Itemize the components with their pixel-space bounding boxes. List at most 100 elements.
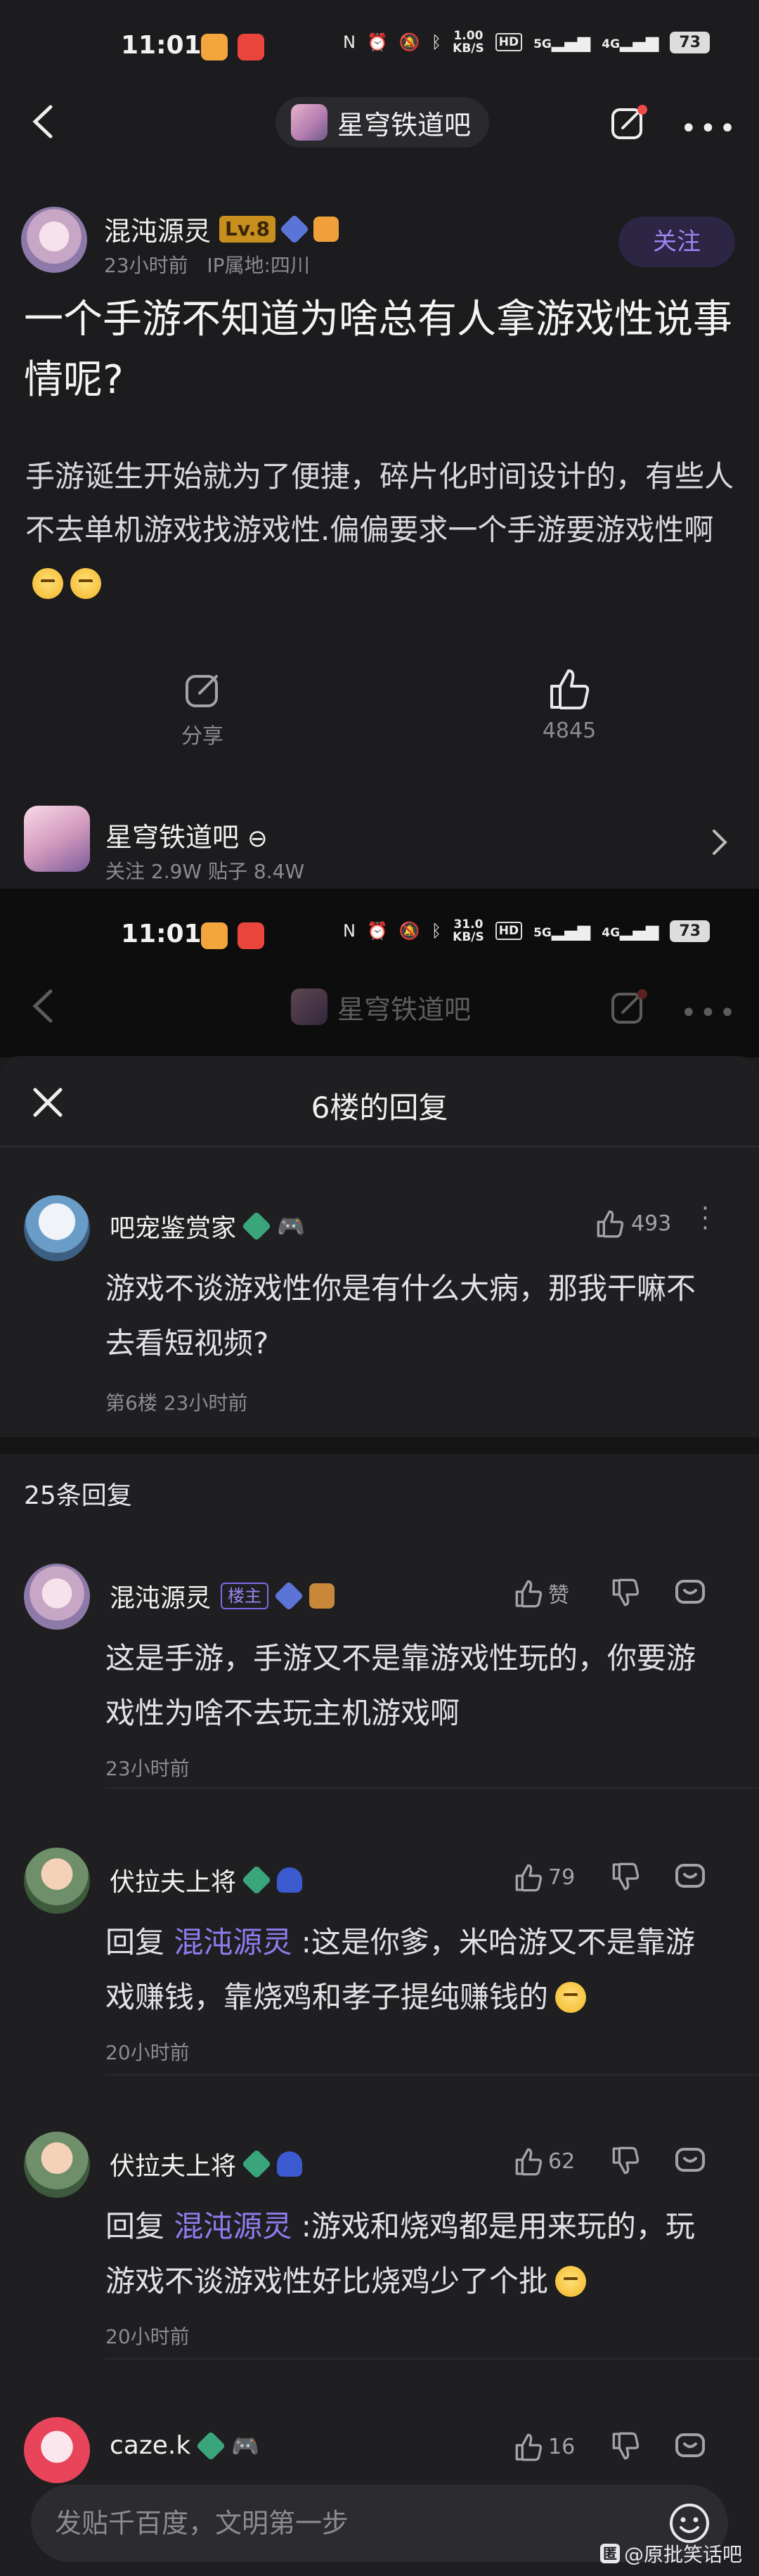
more-icon[interactable]: ••• (680, 112, 739, 145)
reply-author-row: 混沌源灵 楼主 (110, 1578, 335, 1614)
original-like-button[interactable]: 493 (595, 1208, 671, 1239)
gamepad-icon: 🎮 (277, 1213, 305, 1239)
app-notification-icon (201, 922, 228, 949)
reply-bubble-icon[interactable] (675, 1862, 706, 1893)
original-comment-text: 游戏不谈游戏性你是有什么大病，那我干嘛不去看短视频? (105, 1271, 696, 1360)
commenter-name[interactable]: 吧宠鉴赏家 (110, 1208, 236, 1244)
emoji-icon (70, 568, 101, 599)
comment-input[interactable] (55, 2500, 617, 2546)
reply-author[interactable]: caze.k (110, 2431, 190, 2460)
achievement-badge-icon (313, 216, 339, 242)
thumbs-up-icon (597, 1210, 624, 1238)
post-body: 手游诞生开始就为了便捷，碎片化时间设计的，有些人不去单机游戏找游戏性.偏偏要求一… (25, 450, 742, 610)
reply-author[interactable]: 混沌源灵 (110, 1578, 211, 1614)
thumbs-up-icon (515, 1580, 543, 1608)
divider (105, 2358, 759, 2359)
share-button[interactable]: 分享 (160, 669, 245, 749)
post-meta: 23小时前 IP属地:四川 (104, 250, 310, 278)
reply-bubble-icon[interactable] (675, 2146, 706, 2177)
forum-pill[interactable]: 星穹铁道吧 (275, 97, 490, 148)
forum-card-stats: 关注 2.9W 贴子 8.4W (105, 860, 305, 883)
thumbs-down-icon[interactable] (610, 2431, 641, 2462)
like-button[interactable]: 4845 (527, 665, 611, 743)
back-icon[interactable] (30, 104, 58, 139)
follow-button[interactable]: 关注 (618, 217, 735, 267)
member-gem-icon (273, 1580, 304, 1611)
share-icon (186, 675, 218, 707)
nfc-icon: Ν (343, 921, 356, 941)
like-button[interactable]: 16 (513, 2431, 575, 2462)
commenter-avatar[interactable] (24, 1195, 90, 1261)
share-label: 分享 (181, 724, 223, 749)
forum-avatar (291, 104, 327, 141)
reply-bubble-icon[interactable] (675, 2431, 706, 2462)
author-row: 混沌源灵 Lv.8 (104, 210, 339, 248)
forum-card-name: 星穹铁道吧 ⊖ (105, 822, 268, 853)
member-gem-icon (241, 2149, 272, 2179)
op-tag: 楼主 (221, 1583, 269, 1609)
thumbs-up-icon (515, 2148, 543, 2176)
signal-5g-icon: 5G▂▄▆ (533, 32, 591, 52)
watermark: 匿 @原批笑话吧 (600, 2539, 742, 2568)
like-count: 16 (548, 2434, 576, 2459)
network-speed: 1.00 KB/S (453, 29, 484, 56)
app-notification-icon (238, 34, 264, 60)
post-time: 23小时前 (104, 254, 188, 277)
mention-link[interactable]: 混沌源灵 (174, 2209, 292, 2243)
more-icon: ••• (680, 997, 739, 1029)
forum-verified-icon: ⊖ (247, 825, 268, 853)
emoji-picker-icon[interactable] (668, 2501, 711, 2545)
back-icon (32, 989, 53, 1023)
status-bar: 11:01 Ν ⏰ 🔕 ᛒ 31.0 KB/S HD 5G▂▄▆ 4G▂▄▆ 73 (0, 889, 759, 980)
reply-avatar[interactable] (24, 1848, 90, 1914)
thumbs-down-icon[interactable] (610, 2146, 641, 2177)
thumbs-down-icon[interactable] (610, 1862, 641, 1893)
reply-actions: 62 (513, 2146, 706, 2177)
vertical-more-icon[interactable]: · · · (701, 1197, 709, 1240)
forum-pill: 星穹铁道吧 (275, 981, 489, 1032)
reply-bubble-icon[interactable] (675, 1578, 706, 1609)
member-gem-icon (195, 2430, 226, 2461)
reply-actions: 79 (513, 1862, 706, 1893)
mute-icon: 🔕 (398, 32, 420, 52)
like-button[interactable]: 62 (513, 2146, 575, 2177)
author-avatar[interactable] (21, 207, 87, 273)
reply-avatar[interactable] (24, 1564, 90, 1630)
mention-link[interactable]: 混沌源灵 (174, 1925, 292, 1959)
like-button[interactable]: 赞 (513, 1578, 569, 1609)
gamepad-icon: 🎮 (231, 2432, 260, 2459)
post-title: 一个手游不知道为啥总有人拿游戏性说事情呢? (24, 297, 732, 403)
member-gem-icon (279, 214, 310, 244)
like-button[interactable]: 79 (513, 1862, 575, 1893)
thumbs-down-icon[interactable] (610, 1578, 641, 1609)
reply-avatar[interactable] (24, 2132, 90, 2198)
reply-avatar[interactable] (24, 2417, 90, 2483)
level-badge: Lv.8 (219, 215, 275, 243)
signal-4g-icon: 4G▂▄▆ (602, 32, 659, 52)
app-notification-icon (201, 34, 228, 60)
sheet-title: 6楼的回复 (311, 1090, 448, 1125)
forum-icon (24, 806, 90, 872)
author-name[interactable]: 混沌源灵 (104, 210, 211, 248)
bluetooth-icon: ᛒ (431, 921, 442, 941)
forum-card[interactable]: 星穹铁道吧 ⊖ 关注 2.9W 贴子 8.4W (0, 786, 759, 886)
status-indicators: Ν ⏰ 🔕 ᛒ 31.0 KB/S HD 5G▂▄▆ 4G▂▄▆ 73 (343, 918, 711, 944)
status-time: 11:01 (121, 920, 202, 948)
reply-sheet: 6楼的回复 吧宠鉴赏家 🎮 493 · · · 游戏不谈游戏性你是有什么大病，那我干… (0, 1056, 759, 2576)
reply-count: 25条回复 (24, 1481, 132, 1510)
reply-author-row: 伏拉夫上将 (110, 1862, 303, 1898)
thumbs-up-icon (550, 669, 590, 709)
divider (105, 2074, 759, 2075)
reply-author[interactable]: 伏拉夫上将 (110, 2146, 236, 2182)
like-count: 62 (548, 2149, 576, 2174)
emoji-icon (32, 568, 63, 599)
dimmed-backdrop: 11:01 Ν ⏰ 🔕 ᛒ 31.0 KB/S HD 5G▂▄▆ 4G▂▄▆ 73… (0, 889, 759, 1057)
edit-icon[interactable] (610, 104, 648, 142)
post-ip: IP属地:四川 (207, 254, 310, 277)
signal-5g-icon: 5G▂▄▆ (533, 921, 591, 941)
reply-author[interactable]: 伏拉夫上将 (110, 1862, 236, 1898)
thumbs-up-icon (515, 2433, 543, 2461)
top-nav: 星穹铁道吧 ••• (0, 83, 759, 160)
mute-icon: 🔕 (398, 921, 420, 941)
reply-time: 23小时前 (105, 1757, 190, 1780)
